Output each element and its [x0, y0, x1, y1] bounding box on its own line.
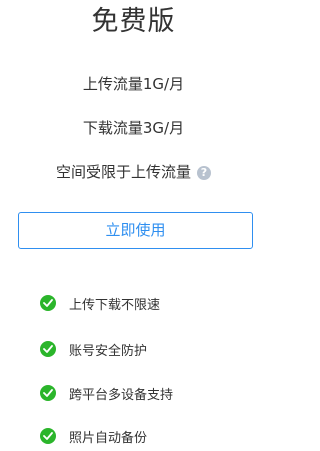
plan-title: 免费版	[91, 6, 176, 37]
feature-label: 照片自动备份	[69, 430, 148, 446]
check-circle-icon	[40, 428, 56, 444]
feature-item: 跨平台多设备支持	[40, 383, 173, 403]
feature-item: 上传下载不限速	[40, 293, 160, 313]
feature-item: 照片自动备份	[40, 426, 147, 446]
upload-quota: 上传流量1G/月	[82, 75, 185, 93]
help-icon[interactable]: ?	[197, 166, 211, 180]
feature-label: 上传下载不限速	[69, 297, 161, 313]
use-now-button[interactable]: 立即使用	[18, 212, 253, 249]
feature-label: 账号安全防护	[69, 343, 148, 359]
download-quota: 下载流量3G/月	[82, 119, 185, 137]
check-circle-icon	[40, 341, 56, 357]
check-circle-icon	[40, 385, 56, 401]
check-circle-icon	[40, 295, 56, 311]
feature-label: 跨平台多设备支持	[69, 387, 174, 403]
feature-item: 账号安全防护	[40, 339, 147, 359]
storage-limit: 空间受限于上传流量?	[0, 161, 267, 183]
free-plan-card: 免费版 上传流量1G/月 下载流量3G/月 空间受限于上传流量? 立即使用 上传…	[0, 0, 267, 451]
storage-limit-label: 空间受限于上传流量	[55, 163, 191, 181]
